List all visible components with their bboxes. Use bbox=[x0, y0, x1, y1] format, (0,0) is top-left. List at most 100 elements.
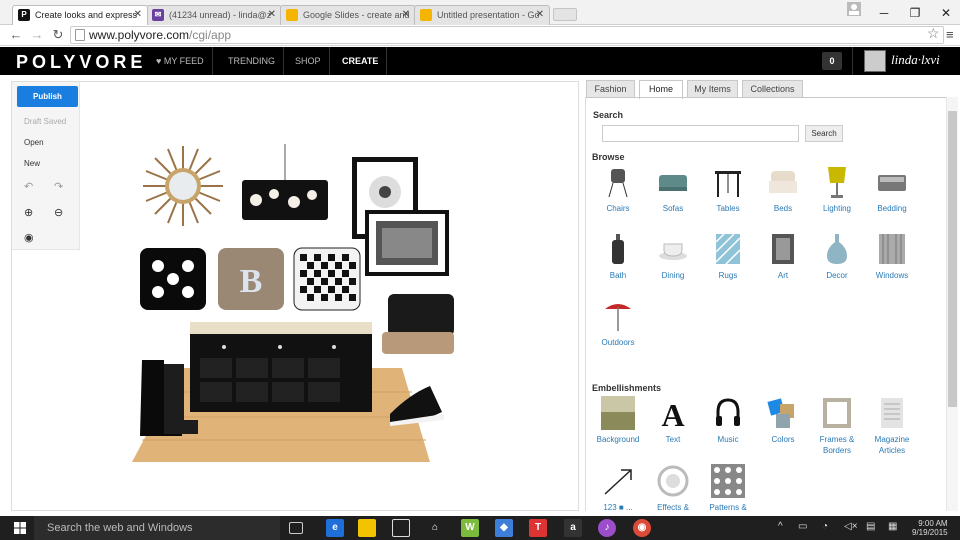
zoom-in-icon[interactable]: ⊕ bbox=[24, 206, 33, 219]
embellish-background[interactable]: Background bbox=[592, 396, 644, 445]
nav-create[interactable]: CREATE bbox=[334, 47, 388, 75]
tab-collections[interactable]: Collections bbox=[742, 80, 803, 98]
close-tab-icon[interactable]: ✕ bbox=[134, 6, 142, 24]
storage-bench-item[interactable] bbox=[190, 322, 372, 412]
chrome-icon[interactable]: ◉ bbox=[633, 519, 651, 537]
tab-my-items[interactable]: My Items bbox=[687, 80, 738, 98]
category-outdoors[interactable]: Outdoors bbox=[592, 299, 644, 348]
framed-photo-art-item[interactable] bbox=[365, 210, 449, 276]
embellish-colors[interactable]: Colors bbox=[757, 396, 809, 445]
taskbar-clock[interactable]: 9:00 AM 9/19/2015 bbox=[912, 519, 948, 537]
task-view-icon[interactable] bbox=[289, 522, 303, 534]
tab-untitled-presentation[interactable]: Untitled presentation - Go ✕ bbox=[414, 5, 550, 25]
volume-icon[interactable]: ◁× bbox=[844, 521, 858, 532]
forward-arrow-icon[interactable]: → bbox=[29, 26, 45, 44]
close-tab-icon[interactable]: ✕ bbox=[268, 6, 276, 24]
embellish-magazine-articles[interactable]: Magazine Articles bbox=[866, 396, 918, 456]
category-sofas[interactable]: Sofas bbox=[647, 165, 699, 214]
amazon-icon[interactable]: a bbox=[564, 519, 582, 537]
sunburst-mirror-item[interactable] bbox=[143, 146, 223, 226]
monogram-pillow-item[interactable]: B bbox=[218, 248, 284, 310]
category-windows[interactable]: Windows bbox=[866, 232, 918, 281]
music-app-icon[interactable]: ♪ bbox=[598, 519, 616, 537]
close-window-button[interactable]: ✕ bbox=[933, 3, 959, 23]
tab-mail[interactable]: ✉ (41234 unread) - linda@z ✕ bbox=[146, 5, 282, 25]
username[interactable]: linda·lxvi bbox=[891, 52, 940, 68]
panel-scrollbar[interactable] bbox=[946, 97, 958, 511]
close-tab-icon[interactable]: ✕ bbox=[536, 6, 544, 24]
embellish-music[interactable]: Music bbox=[702, 396, 754, 445]
reload-icon[interactable]: ↻ bbox=[50, 26, 66, 44]
category-art[interactable]: Art bbox=[757, 232, 809, 281]
show-hidden-icons[interactable]: ^ bbox=[778, 521, 783, 532]
collage-canvas[interactable]: B bbox=[11, 81, 579, 511]
embellish-frames-borders[interactable]: Frames & Borders bbox=[811, 396, 863, 456]
word-online-icon[interactable]: W bbox=[461, 519, 479, 537]
publish-button[interactable]: Publish bbox=[17, 86, 78, 107]
minimize-button[interactable]: ─ bbox=[871, 3, 897, 23]
polyvore-logo[interactable]: POLYVORE bbox=[16, 52, 146, 73]
browser-menu-icon[interactable]: ≡ bbox=[946, 27, 954, 42]
nav-trending[interactable]: TRENDING bbox=[220, 47, 284, 75]
tab-fashion[interactable]: Fashion bbox=[586, 80, 635, 98]
file-explorer-icon[interactable] bbox=[358, 519, 376, 537]
category-bedding[interactable]: Bedding bbox=[866, 165, 918, 214]
scrollbar-thumb[interactable] bbox=[948, 111, 957, 407]
taskbar-search-box[interactable]: Search the web and Windows bbox=[34, 516, 280, 540]
search-button[interactable]: Search bbox=[805, 125, 843, 142]
category-dining[interactable]: Dining bbox=[647, 232, 699, 281]
embellish-text[interactable]: A Text bbox=[647, 396, 699, 445]
category-label: Outdoors bbox=[601, 338, 635, 347]
pendant-lamp-item[interactable] bbox=[242, 144, 328, 220]
vase-icon bbox=[827, 234, 847, 264]
dropbox-icon[interactable]: ◆ bbox=[495, 519, 513, 537]
t-app-icon[interactable]: T bbox=[529, 519, 547, 537]
close-tab-icon[interactable]: ✕ bbox=[402, 6, 410, 24]
new-tab-button[interactable] bbox=[553, 8, 577, 21]
maximize-button[interactable]: ❐ bbox=[902, 3, 928, 23]
embellish-label: Effects & bbox=[657, 503, 689, 511]
new-button[interactable]: New bbox=[24, 159, 40, 168]
battery-icon[interactable]: ▭ bbox=[798, 521, 807, 532]
embellish-numbers[interactable]: 123 ■ ... bbox=[592, 464, 644, 511]
category-beds[interactable]: Beds bbox=[757, 165, 809, 214]
black-pillow-stack-item[interactable] bbox=[382, 294, 454, 354]
undo-icon[interactable]: ↶ bbox=[24, 180, 33, 193]
edge-icon[interactable]: e bbox=[326, 519, 344, 537]
back-arrow-icon[interactable]: ← bbox=[8, 26, 24, 44]
keyboard-icon[interactable]: ▦ bbox=[888, 521, 897, 532]
nav-shop[interactable]: SHOP bbox=[287, 47, 330, 75]
category-rugs[interactable]: Rugs bbox=[702, 232, 754, 281]
category-bath[interactable]: Bath bbox=[592, 232, 644, 281]
tab-polyvore[interactable]: P Create looks and express ✕ bbox=[12, 5, 148, 25]
redo-icon[interactable]: ↷ bbox=[54, 180, 63, 193]
embellish-effects[interactable]: Effects & bbox=[647, 464, 699, 511]
category-chairs[interactable]: Chairs bbox=[592, 165, 644, 214]
wifi-icon[interactable]: ◔ bbox=[822, 521, 828, 532]
embellish-patterns[interactable]: Patterns & bbox=[702, 464, 754, 511]
open-button[interactable]: Open bbox=[24, 138, 44, 147]
category-lighting[interactable]: Lighting bbox=[811, 165, 863, 214]
tab-title: Create looks and express bbox=[35, 10, 138, 20]
url-host: www.polyvore.com bbox=[89, 28, 190, 42]
url-input[interactable]: www.polyvore.com/cgi/app bbox=[70, 26, 944, 44]
windows-start-icon[interactable] bbox=[14, 522, 26, 534]
search-input[interactable] bbox=[602, 125, 799, 142]
notification-badge[interactable]: 0 bbox=[822, 52, 842, 70]
tab-google-slides[interactable]: Google Slides - create and ✕ bbox=[280, 5, 416, 25]
user-profile-icon[interactable] bbox=[841, 2, 867, 22]
category-decor[interactable]: Decor bbox=[811, 232, 863, 281]
home-icon[interactable]: ⌂ bbox=[426, 519, 444, 537]
avatar[interactable] bbox=[864, 50, 886, 72]
embellish-label: Patterns & bbox=[709, 503, 747, 511]
nav-my-feed[interactable]: ♥ MY FEED bbox=[148, 47, 213, 75]
target-icon[interactable]: ◉ bbox=[24, 231, 34, 244]
bookmark-star-icon[interactable]: ☆ bbox=[927, 25, 940, 42]
svg-text:B: B bbox=[240, 263, 263, 300]
zoom-out-icon[interactable]: ⊖ bbox=[54, 206, 63, 219]
store-icon[interactable] bbox=[392, 519, 410, 537]
quatrefoil-pillow-item[interactable] bbox=[140, 248, 206, 310]
notifications-icon[interactable]: ▤ bbox=[866, 521, 875, 532]
houndstooth-pillow-item[interactable] bbox=[293, 247, 361, 311]
category-tables[interactable]: Tables bbox=[702, 165, 754, 214]
